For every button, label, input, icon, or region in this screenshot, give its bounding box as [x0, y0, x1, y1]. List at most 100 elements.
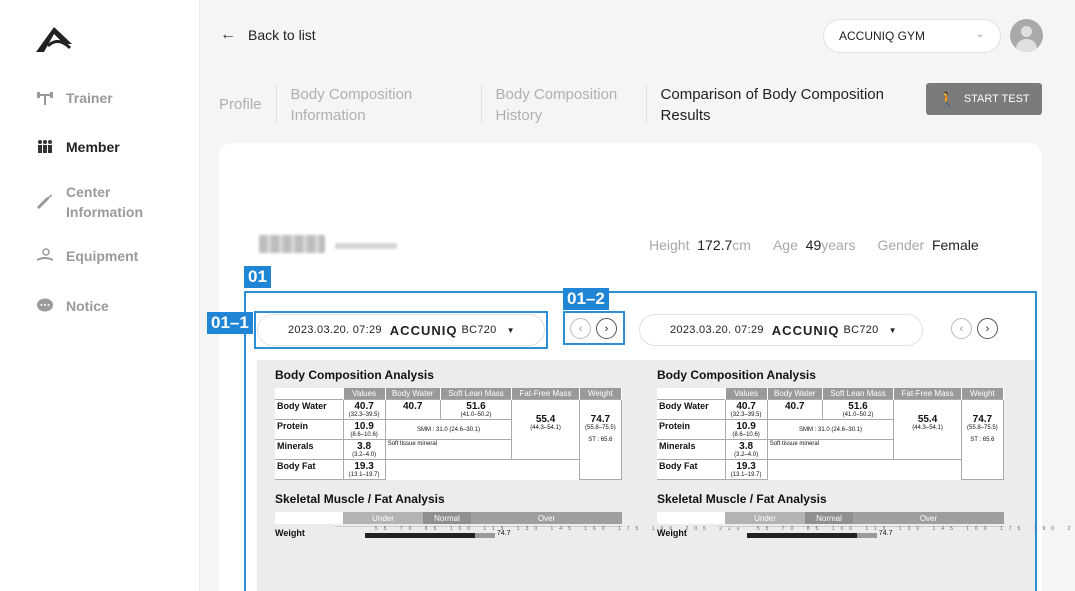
measurement-select-right[interactable]: 2023.03.20. 07:29 ACCUNIQ BC720 ▼ — [639, 314, 923, 346]
weight-bar-value: 74.7 — [878, 530, 893, 537]
annotation-tag-01-2: 01–2 — [563, 288, 609, 310]
chevron-right-icon: › — [604, 322, 609, 335]
header-slm: Soft Lean Mass — [440, 388, 513, 400]
row-value: 3.8 — [357, 441, 372, 452]
header-values: Values — [343, 388, 386, 400]
brand-logo: ACCUNIQ — [771, 322, 840, 338]
row-label: Body Water — [275, 399, 344, 420]
weight-bar: 55 70 85 100 115 130 145 160 175 190 205… — [716, 526, 1075, 540]
sidebar-item-label: Center Information — [66, 184, 143, 220]
members-icon — [36, 138, 54, 156]
back-label: Back to list — [248, 27, 316, 43]
sidebar-item-center-information[interactable]: Center Information — [36, 182, 143, 222]
member-name-redacted — [259, 235, 325, 253]
slm-range: (41.0–50.2) — [842, 412, 874, 418]
smm-note: SMM : 31.0 (24.6–30.1) — [384, 419, 513, 440]
prev-button[interactable]: ‹ — [570, 318, 591, 339]
row-value: 19.3 — [354, 461, 374, 472]
arrow-left-icon: ← — [220, 26, 236, 43]
measurement-datetime: 2023.03.20. 07:29 — [288, 324, 382, 336]
next-button[interactable]: › — [977, 318, 998, 339]
weight-bar-value: 74.7 — [496, 530, 511, 537]
row-label: Protein — [275, 419, 344, 440]
measurement-select-left[interactable]: 2023.03.20. 07:29 ACCUNIQ BC720 ▼ — [257, 314, 545, 346]
brand-logo: ACCUNIQ — [389, 322, 458, 338]
header-slm: Soft Lean Mass — [822, 388, 895, 400]
device-model: BC720 — [461, 324, 497, 336]
over-label: Over — [471, 512, 622, 524]
row-range: (3.2–4.0) — [734, 452, 759, 458]
row-label: Minerals — [275, 439, 344, 460]
weight-bar: 55 70 85 100 115 130 145 160 175 190 205… — [334, 526, 740, 540]
age-label: Age — [772, 237, 798, 253]
body-water-total: 40.7 — [402, 401, 423, 412]
row-range: (32.3–39.5) — [348, 412, 380, 418]
app-logo[interactable] — [34, 24, 74, 54]
row-label: Body Water — [657, 399, 726, 420]
row-label: Protein — [657, 419, 726, 440]
back-to-list-link[interactable]: ← Back to list — [220, 26, 316, 44]
soft-tissue-label: Soft tissue mineral — [766, 439, 895, 460]
chevron-left-icon: ‹ — [578, 322, 583, 335]
height-value: 172.7 — [697, 237, 733, 253]
weight-label: Weight — [275, 528, 305, 538]
ffm-range: (44.3–54.1) — [530, 425, 561, 431]
chevron-right-icon: › — [985, 322, 990, 335]
weight-row: Weight 55 70 85 100 115 130 145 160 175 … — [657, 526, 1075, 540]
range-header: Under Normal Over — [275, 512, 622, 524]
prev-button[interactable]: ‹ — [951, 318, 972, 339]
over-label: Over — [853, 512, 1004, 524]
caret-down-icon: ▼ — [506, 325, 515, 335]
age-value: 49 — [805, 237, 822, 253]
row-label: Minerals — [657, 439, 726, 460]
age-unit: years — [821, 237, 856, 253]
sidebar-item-trainer[interactable]: Trainer — [36, 88, 113, 108]
header-weight: Weight — [579, 388, 623, 400]
height-unit: cm — [732, 237, 751, 253]
row-value: 19.3 — [736, 461, 756, 472]
tab-body-composition-information[interactable]: Body Composition Information — [291, 84, 481, 126]
sidebar-item-notice[interactable]: Notice — [36, 296, 109, 316]
smm-note: SMM : 31.0 (24.6–30.1) — [766, 419, 895, 440]
tab-comparison-results[interactable]: Comparison of Body Composition Results — [661, 84, 911, 126]
sidebar-item-label: Trainer — [66, 90, 113, 106]
composition-table: Values Body Water Soft Lean Mass Fat-Fre… — [275, 388, 623, 480]
header-body-water: Body Water — [767, 388, 823, 400]
annotation-tag-01-1: 01–1 — [207, 312, 253, 334]
gender-label: Gender — [877, 237, 925, 253]
row-range: (13.1–19.7) — [348, 472, 380, 478]
row-value: 10.9 — [736, 421, 756, 432]
tab-profile[interactable]: Profile — [219, 84, 276, 115]
caret-down-icon: ▼ — [888, 325, 897, 335]
sidebar-item-label: Member — [66, 139, 120, 155]
sidebar-item-member[interactable]: Member — [36, 137, 120, 157]
syringe-icon — [36, 193, 54, 211]
measurement-datetime: 2023.03.20. 07:29 — [670, 324, 764, 336]
report-left: Body Composition Analysis Values Body Wa… — [275, 368, 740, 540]
start-test-label: START TEST — [963, 93, 1030, 105]
chat-bubble-icon — [36, 297, 54, 315]
gym-select-value: ACCUNIQ GYM — [839, 29, 926, 43]
height-label: Height — [649, 237, 690, 253]
member-id-redacted — [335, 243, 397, 249]
weight-range: (55.8–75.5) — [967, 425, 998, 431]
sidebar-item-equipment[interactable]: Equipment — [36, 246, 138, 266]
avatar[interactable] — [1010, 19, 1043, 52]
row-range: (13.1–19.7) — [730, 472, 762, 478]
gym-select[interactable]: ACCUNIQ GYM ⌄ — [823, 19, 1001, 53]
chevron-down-icon: ⌄ — [975, 29, 984, 40]
range-header: Under Normal Over — [657, 512, 1004, 524]
row-value: 10.9 — [354, 421, 374, 432]
start-test-button[interactable]: 🚶 START TEST — [926, 83, 1042, 115]
muscle-fat-title: Skeletal Muscle / Fat Analysis — [275, 492, 445, 506]
normal-label: Normal — [423, 512, 471, 524]
normal-label: Normal — [805, 512, 853, 524]
equipment-icon — [36, 247, 54, 265]
weight-label: Weight — [657, 528, 687, 538]
slm-value: 51.6 — [466, 401, 486, 412]
dumbbell-icon — [36, 89, 54, 107]
tab-body-composition-history[interactable]: Body Composition History — [496, 84, 646, 126]
report-preview-area: Body Composition Analysis Values Body Wa… — [257, 360, 1075, 591]
next-button[interactable]: › — [596, 318, 617, 339]
weight-ticks: 55 70 85 100 115 130 145 160 175 190 205… — [756, 526, 1075, 532]
